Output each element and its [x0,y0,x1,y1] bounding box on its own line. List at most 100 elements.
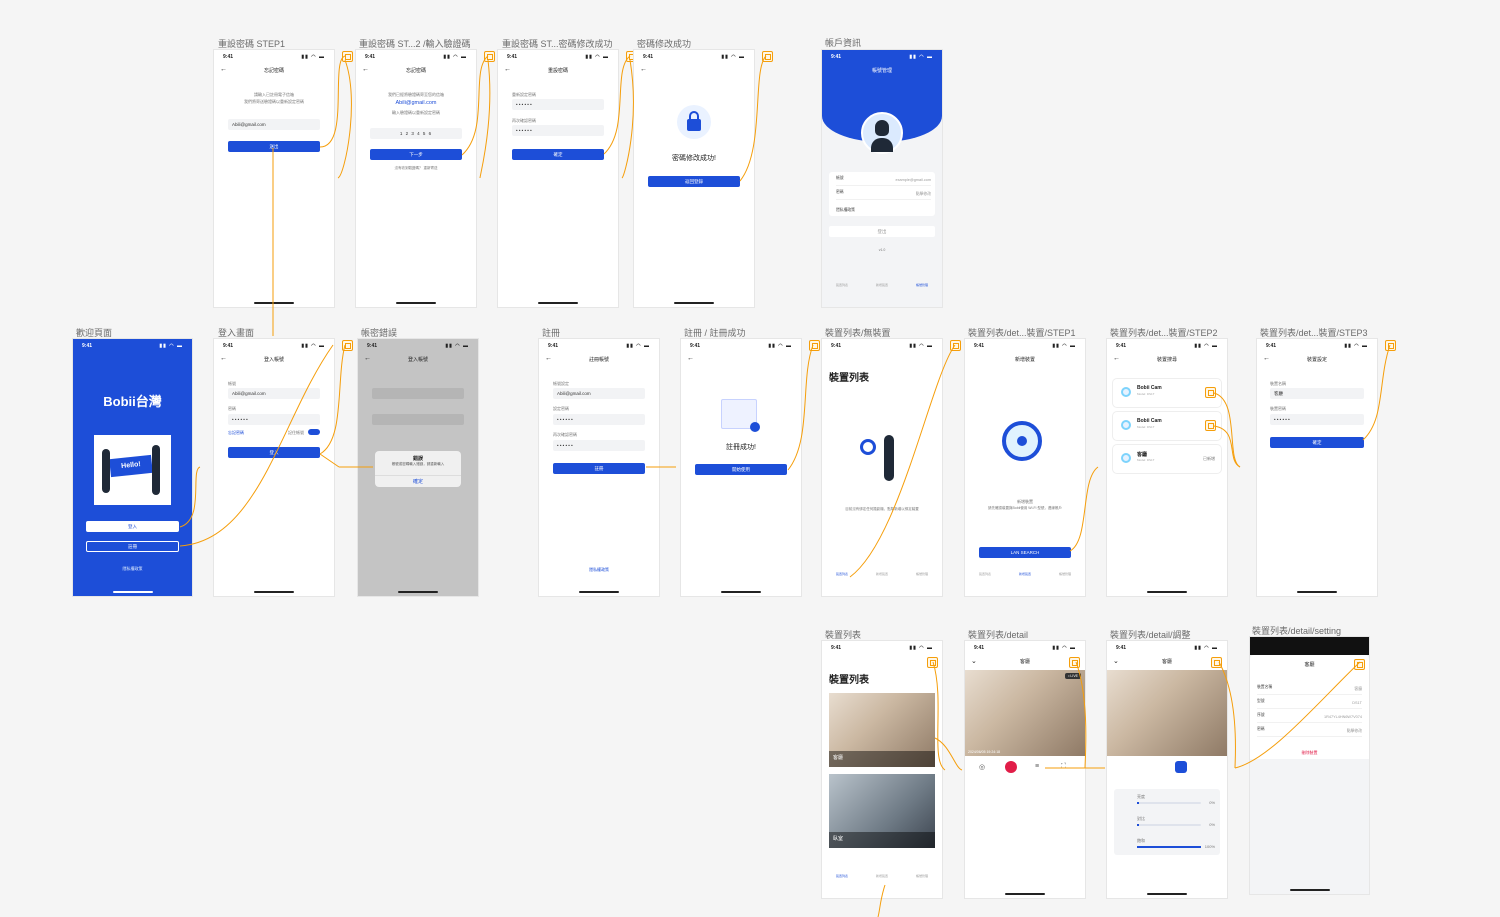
page-title: 裝置列表 [829,675,869,686]
confirm-password-field[interactable]: • • • • • • [553,440,645,451]
live-badge: • LIVE [1065,673,1081,679]
tab-device-list[interactable]: 裝置列表 [836,572,848,586]
frame-label-device-step2: 裝置列表/det...裝置/STEP2 [1110,328,1218,338]
start-button[interactable]: 開始使用 [695,464,787,475]
confirm-button[interactable]: 確定 [1270,437,1364,448]
password-field[interactable]: • • • • • • [553,414,645,425]
next-button[interactable]: 下一步 [370,149,462,160]
screen-device-setting: 客廳 裝置名稱 客廳 型號 DS1T 序號 1R47YL4HN6W7V074 密碼 點擊… [1250,637,1369,894]
email-field[interactable] [372,388,464,399]
confirm-password-field[interactable]: • • • • • • [512,125,604,136]
avatar[interactable] [861,112,903,154]
flow-line [479,59,491,179]
error-alert: 錯誤 帳號或密碼輸入錯誤，請重新輸入 確定 [375,451,461,487]
screen-device-step2: 9:41 ▮▮ ◠ ▬ ← 裝置搜尋 Bobii Cam Model: DS1T B… [1107,339,1227,596]
tab-add-device[interactable]: 新增裝置 [876,874,888,888]
add-device-icon[interactable] [1205,387,1216,398]
added-badge: 已新增 [1203,456,1215,461]
email-field[interactable]: Abili@gmail.com [553,388,645,399]
register-button[interactable]: 註冊 [86,541,179,552]
hint-text: 請輸入已註冊電子信箱 [254,92,294,97]
forgot-password-link[interactable]: 忘記密碼 [228,430,244,436]
privacy-link[interactable]: 隱私權政策 [539,567,659,573]
back-to-login-button[interactable]: 返回登錄 [648,176,740,187]
saturation-slider[interactable] [1137,846,1201,848]
password-field[interactable] [372,414,464,425]
back-arrow-icon[interactable]: ← [640,66,647,73]
frame-label-reset-step1: 重設密碼 STEP1 [218,39,286,49]
tab-add-device[interactable]: 新增裝置 [876,572,888,586]
account-row[interactable]: 帳號 example@gmail.com [836,176,931,186]
page-title: 裝置列表 [829,373,869,384]
screen-device-adjust: 9:41 ▮▮ ◠ ▬ ⌄ 客廳 亮度 0% 對比 0% 飽和 100% [1107,641,1227,898]
success-message: 註冊成功! [726,444,756,451]
tab-add-device[interactable]: 新增裝置 [1019,572,1031,586]
settings-icon[interactable] [1069,657,1080,668]
tab-account[interactable]: 帳號管理 [1059,572,1071,586]
tab-account[interactable]: 帳號管理 [916,572,928,586]
alert-message: 帳號或密碼輸入錯誤，請重新輸入 [391,462,445,466]
email-field[interactable]: Abili@gmail.com [228,388,320,399]
add-device-icon[interactable] [1205,420,1216,431]
privacy-row[interactable]: 隱私權政策 [836,208,931,218]
delete-device-button[interactable]: 刪除裝置 [1250,750,1369,756]
link-marker-icon [342,51,353,62]
tab-account[interactable]: 帳號管理 [916,283,928,297]
screen-login: 9:41 ▮▮ ◠ ▬ ← 登入帳號 帳號 Abili@gmail.com 密碼 … [214,339,334,596]
lan-search-button[interactable]: LAN SEARCH [979,547,1071,558]
email-field[interactable]: Abili@gmail.com [228,119,320,130]
device-card[interactable]: 客廳 Model: DS1T 已新增 [1113,445,1221,473]
submit-button[interactable]: 送出 [228,141,320,152]
live-video[interactable]: • LIVE 2024/06/05 19:24:18 [965,670,1085,756]
page-title: 客廳 [1019,659,1030,665]
code-input[interactable]: 1 2 3 4 5 6 [370,128,462,139]
frame-label-reset-ok: 密碼修改成功 [637,39,692,49]
resend-link[interactable]: 沒有收到驗證碼？ 重新寄送 [356,166,476,171]
page-title: 裝置搜尋 [1156,357,1177,363]
logout-button[interactable]: 登出 [829,226,935,237]
adjust-button-active[interactable] [1175,761,1187,773]
record-button[interactable] [1005,761,1017,773]
contrast-slider[interactable] [1137,824,1201,826]
hello-illustration: Hello! [94,435,171,505]
confirm-button[interactable]: 確定 [512,149,604,160]
device-password-field[interactable]: • • • • • • [1270,414,1364,425]
snapshot-icon[interactable]: ◎ [979,763,985,771]
page-title: 客廳 [1161,659,1172,665]
remember-toggle[interactable] [308,429,320,435]
camera-card-living[interactable]: 客廳 [829,693,935,767]
tab-device-list[interactable]: 裝置列表 [836,283,848,297]
close-icon[interactable] [1354,659,1365,670]
register-button[interactable]: 註冊 [553,463,645,474]
tab-account[interactable]: 帳號管理 [916,874,928,888]
confirm-password-label: 再次確認密碼 [553,432,577,437]
password-row[interactable]: 密碼 點擊修改 [836,190,931,200]
frame-label-login: 登入畫面 [218,328,255,338]
tab-device-list[interactable]: 裝置列表 [836,874,848,888]
new-password-field[interactable]: • • • • • • [512,99,604,110]
settings-icon[interactable] [1211,657,1222,668]
camera-card-bedroom[interactable]: 臥室 [829,774,935,848]
tab-bar: 裝置列表 新增裝置 帳號管理 [822,874,942,888]
add-device-icon[interactable] [927,657,938,668]
camera-illustration-icon [1002,421,1042,461]
alert-confirm-button[interactable]: 確定 [375,475,461,487]
login-button[interactable]: 登入 [86,521,179,532]
tab-device-list[interactable]: 裝置列表 [979,572,991,586]
password-field[interactable]: • • • • • • [228,414,320,425]
tab-bar: 裝置列表 新增裝置 帳號管理 [965,572,1085,586]
link-marker-icon [762,51,773,62]
device-name-field[interactable]: 客廳 [1270,388,1364,399]
device-name-row[interactable]: 裝置名稱 客廳 [1257,685,1362,695]
privacy-link[interactable]: 隱私權政策 [73,566,192,572]
model-row: 型號 DS1T [1257,699,1362,709]
adjust-icon[interactable]: ≡ [1035,763,1039,770]
login-button[interactable]: 登入 [228,447,320,458]
page-title: 裝置設定 [1306,357,1327,363]
brightness-slider[interactable] [1137,802,1201,804]
fullscreen-icon[interactable]: ⛶ [1061,763,1066,771]
back-arrow-icon[interactable]: ← [687,355,694,362]
live-video[interactable] [1107,670,1227,756]
tab-add-device[interactable]: 新增裝置 [876,283,888,297]
device-password-row[interactable]: 密碼 點擊修改 [1257,727,1362,737]
